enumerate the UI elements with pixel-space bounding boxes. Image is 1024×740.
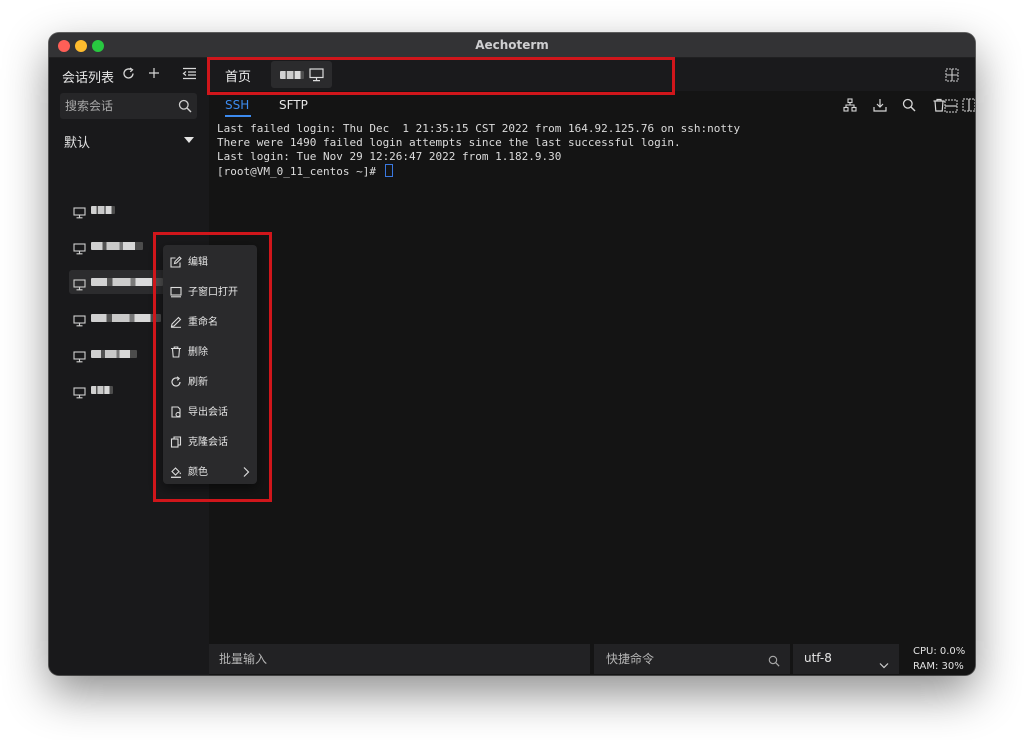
terminal-output[interactable]: Last failed login: Thu Dec 1 21:35:15 CS… [217,122,957,179]
ram-usage: RAM: 30% [913,661,964,672]
encoding-value: utf-8 [804,651,832,665]
menu-item-label: 编辑 [188,257,208,268]
download-icon[interactable] [871,96,889,114]
color-fill-icon [170,463,182,478]
redacted-tab-name [280,71,304,79]
menu-item-label: 重命名 [188,317,218,328]
computer-icon [73,348,86,367]
caret-down-icon[interactable] [184,137,194,143]
cpu-usage: CPU: 0.0% [913,646,966,657]
search-icon[interactable] [178,98,192,117]
session-search [60,93,197,119]
refresh-icon[interactable] [120,65,136,81]
add-session-icon[interactable] [146,65,162,81]
menu-item-label: 导出会话 [188,407,228,418]
chevron-right-icon [242,463,250,482]
menu-item-color[interactable]: 颜色 [163,457,257,483]
redacted-session-name [91,206,115,214]
export-icon [170,403,182,418]
computer-icon [309,67,324,86]
tab-session[interactable] [271,61,332,88]
layout-grid-icon[interactable] [945,67,959,86]
tab-home[interactable]: 首页 [225,66,251,85]
menu-item-label: 刷新 [188,377,208,388]
menu-item-rename[interactable]: 重命名 [163,307,257,333]
quick-command-input[interactable] [594,644,759,674]
session-group-default[interactable]: 默认 [49,130,209,152]
split-horizontal-icon[interactable] [942,97,960,115]
computer-icon [73,312,86,331]
terminal-line: There were 1490 failed login attempts si… [217,136,681,149]
terminal-line: Last failed login: Thu Dec 1 21:35:15 CS… [217,122,741,135]
terminal-prompt-line: [root@VM_0_11_centos ~]# [217,164,957,179]
session-item[interactable] [69,198,197,222]
connection-subtabs: SSH SFTP [209,93,975,119]
redacted-session-name [91,242,143,250]
redacted-session-name [91,314,161,322]
title-bar: Aechoterm [49,33,975,58]
collapse-sidebar-icon[interactable] [181,65,197,81]
menu-item-label: 克隆会话 [188,437,228,448]
menu-item-open-subwindow[interactable]: 子窗口打开 [163,277,257,303]
menu-item-export-session[interactable]: 导出会话 [163,397,257,423]
redacted-session-name [91,278,163,286]
computer-icon [73,204,86,223]
terminal-line: Last login: Tue Nov 29 12:26:47 2022 fro… [217,150,562,163]
quick-command [594,644,790,674]
menu-item-label: 颜色 [188,467,208,478]
edit-icon [170,253,182,268]
system-stats: CPU: 0.0% RAM: 30% [913,644,965,674]
menu-item-label: 子窗口打开 [188,287,238,298]
menu-item-clone-session[interactable]: 克隆会话 [163,427,257,453]
main-panel: 首页 SSH SFTP Last failed login: Thu Dec 1… [209,58,975,675]
tab-bar: 首页 [209,58,975,91]
subtab-ssh[interactable]: SSH [225,98,249,112]
redacted-session-name [91,350,137,358]
menu-item-refresh[interactable]: 刷新 [163,367,257,393]
copy-icon [170,433,182,448]
refresh-icon [170,373,182,387]
session-search-input[interactable] [60,93,173,119]
bottom-bar: utf-8 CPU: 0.0% RAM: 30% [209,644,975,675]
computer-icon [73,384,86,403]
group-label: 默认 [64,136,91,151]
computer-icon [73,276,86,295]
redacted-session-name [91,386,113,394]
computer-icon [73,240,86,259]
search-icon[interactable] [900,96,918,114]
chevron-down-icon [879,654,889,673]
encoding-select[interactable]: utf-8 [793,644,899,674]
split-vertical-icon[interactable] [960,96,975,114]
subtab-sftp[interactable]: SFTP [279,98,308,112]
menu-item-edit[interactable]: 编辑 [163,247,257,273]
menu-item-label: 删除 [188,347,208,358]
trash-icon [170,343,182,358]
window-icon [170,283,182,298]
pencil-icon [170,313,182,328]
network-icon[interactable] [841,96,859,114]
session-context-menu: 编辑 子窗口打开 重命名 删除 刷新 导出会话 克隆会话 颜色 [163,245,257,484]
search-icon[interactable] [768,652,780,671]
session-list-title: 会话列表 [62,71,115,86]
terminal-prompt: [root@VM_0_11_centos ~]# [217,165,383,178]
menu-item-delete[interactable]: 删除 [163,337,257,363]
active-tab-indicator [225,115,251,117]
terminal-cursor [384,164,393,177]
batch-input-field[interactable] [209,644,590,674]
window-title: Aechoterm [475,38,549,52]
